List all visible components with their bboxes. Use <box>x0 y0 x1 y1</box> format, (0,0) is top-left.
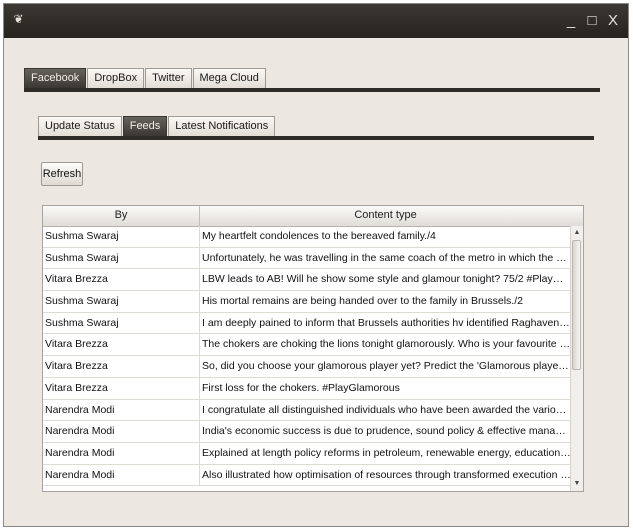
table-row[interactable]: Narendra Modi India's economic success is… <box>43 421 571 443</box>
cell-content: Also illustrated how optimisation of res… <box>202 468 571 481</box>
cell-content: Unfortunately, he was travelling in the … <box>202 251 571 264</box>
tab-latest-notifications[interactable]: Latest Notifications <box>168 116 276 136</box>
cell-by: Vitara Brezza <box>43 356 200 377</box>
maximize-button[interactable]: □ <box>585 13 599 29</box>
cell-by: Narendra Modi <box>43 442 200 464</box>
tab-twitter[interactable]: Twitter <box>145 68 192 88</box>
sub-tab-divider <box>38 136 594 140</box>
cell-content: I congratulate all distinguished individ… <box>202 403 571 416</box>
table-row[interactable]: Narendra Modi I congratulate all distingu… <box>43 399 571 422</box>
cell-by: Vitara Brezza <box>43 334 200 356</box>
cell-by: Sushma Swaraj <box>43 291 200 312</box>
table-row[interactable]: Narendra Modi Also illustrated how optimi… <box>43 464 571 487</box>
scrollbar-thumb[interactable] <box>572 240 581 370</box>
cell-content: LBW leads to AB! Will he show some style… <box>202 273 571 286</box>
tab-feeds[interactable]: Feeds <box>122 116 168 136</box>
table-row[interactable]: Vitara Brezza LBW leads to AB! Will he sh… <box>43 269 571 292</box>
cell-by: Sushma Swaraj <box>43 247 200 269</box>
refresh-button[interactable]: Refresh <box>41 162 83 186</box>
table-row[interactable]: Narendra Modi Explained at length policy … <box>43 442 571 465</box>
vertical-scrollbar[interactable]: ▲ ▼ <box>570 226 583 491</box>
tab-update-status[interactable]: Update Status <box>38 116 122 136</box>
column-header-content-type[interactable]: Content type <box>200 206 571 226</box>
column-header-by[interactable]: By <box>43 206 200 226</box>
window-controls: _ □ X <box>564 13 620 29</box>
table-row[interactable]: Sushma Swaraj My heartfelt condolences to… <box>43 226 571 248</box>
cell-content: India's economic success is due to prude… <box>202 425 571 438</box>
feeds-table: By Content type Sushma Swaraj My heartfel… <box>42 205 584 492</box>
app-window: ❦ _ □ X Facebook DropBox Twitter Mega Cloud… <box>3 3 629 527</box>
cell-content: First loss for the chokers. #PlayGlamoro… <box>202 381 400 394</box>
table-header: By Content type <box>43 206 583 227</box>
sub-tab-bar: Update Status Feeds Latest Notifications <box>38 116 276 136</box>
title-bar[interactable]: ❦ _ □ X <box>4 4 628 38</box>
minimize-button[interactable]: _ <box>564 13 578 29</box>
cell-by: Vitara Brezza <box>43 377 200 399</box>
cell-by: Narendra Modi <box>43 421 200 442</box>
app-icon: ❦ <box>13 12 24 26</box>
cell-content: The chokers are choking the lions tonigh… <box>202 338 571 351</box>
cell-content: Explained at length policy reforms in pe… <box>202 446 571 459</box>
table-row[interactable]: Vitara Brezza First loss for the chokers.… <box>43 377 571 400</box>
cell-by: Narendra Modi <box>43 464 200 486</box>
main-tab-divider <box>24 88 600 92</box>
cell-by: Sushma Swaraj <box>43 226 200 247</box>
scroll-down-arrow-icon[interactable]: ▼ <box>571 478 583 490</box>
cell-by: Sushma Swaraj <box>43 312 200 334</box>
cell-content: So, did you choose your glamorous player… <box>202 360 571 373</box>
main-tab-bar: Facebook DropBox Twitter Mega Cloud <box>24 68 267 88</box>
table-row[interactable]: Sushma Swaraj His mortal remains are bein… <box>43 291 571 313</box>
tab-mega-cloud[interactable]: Mega Cloud <box>192 68 266 88</box>
tab-dropbox[interactable]: DropBox <box>87 68 145 88</box>
scroll-up-arrow-icon[interactable]: ▲ <box>571 227 583 239</box>
cell-content: I am deeply pained to inform that Brusse… <box>202 316 571 329</box>
cell-by: Vitara Brezza <box>43 269 200 291</box>
close-button[interactable]: X <box>606 13 620 29</box>
cell-by: Narendra Modi <box>43 399 200 421</box>
table-row[interactable]: Sushma Swaraj Unfortunately, he was trave… <box>43 247 571 270</box>
cell-content: His mortal remains are being handed over… <box>202 295 523 308</box>
tab-facebook[interactable]: Facebook <box>24 68 87 88</box>
cell-content: My heartfelt condolences to the bereaved… <box>202 230 436 242</box>
table-row[interactable]: Vitara Brezza So, did you choose your gla… <box>43 356 571 378</box>
table-body: Sushma Swaraj My heartfelt condolences to… <box>43 226 571 487</box>
table-row[interactable]: Sushma Swaraj I am deeply pained to infor… <box>43 312 571 335</box>
table-row[interactable]: Vitara Brezza The chokers are choking the… <box>43 334 571 357</box>
